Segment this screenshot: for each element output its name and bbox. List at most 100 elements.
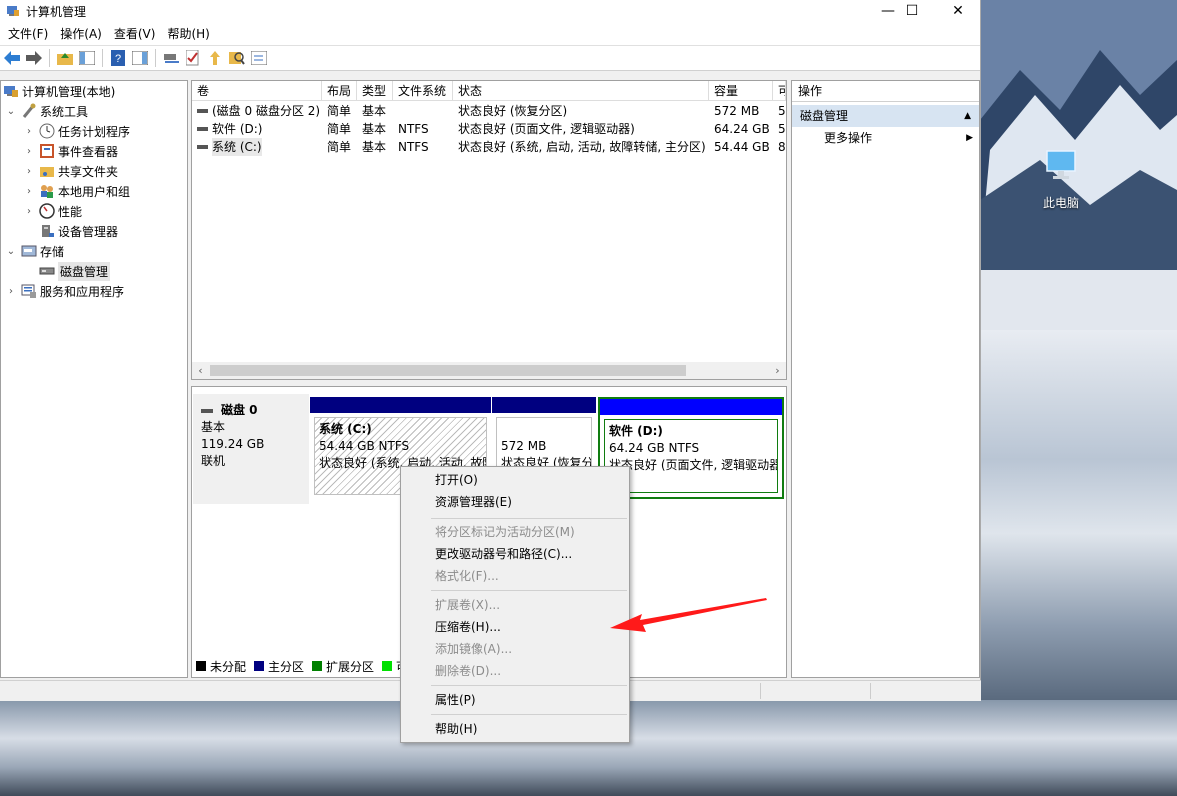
services-icon [21,283,37,299]
scrollbar-thumb[interactable] [210,365,686,376]
folder-up-icon [57,53,73,65]
menu-item-help[interactable]: 帮助(H) [435,719,477,739]
properties-button[interactable] [249,48,269,68]
cell-volume-name: (磁盘 0 磁盘分区 2) [212,104,321,118]
menu-item-open[interactable]: 打开(O) [435,470,478,490]
menu-item-add-mirror[interactable]: 添加镜像(A)... [435,639,512,659]
help-button[interactable]: ? [108,48,128,68]
table-row[interactable]: (磁盘 0 磁盘分区 2) 简单 基本 状态良好 (恢复分区) 572 MB 5 [192,102,786,120]
chevron-right-icon[interactable]: › [5,286,17,297]
menu-action[interactable]: 操作(A) [54,22,108,46]
monitor-icon [1046,150,1076,179]
scroll-right-button[interactable]: › [769,362,786,379]
menu-item-delete-volume[interactable]: 删除卷(D)... [435,661,501,681]
table-row[interactable]: 软件 (D:) 简单 基本 NTFS 状态良好 (页面文件, 逻辑驱动器) 64… [192,120,786,138]
up-folder-button[interactable] [55,48,75,68]
chevron-right-icon[interactable]: › [23,166,35,177]
tree-item-computer-management[interactable]: 计算机管理(本地) [3,81,115,101]
show-hide-console-tree-button[interactable] [77,48,97,68]
menu-view[interactable]: 查看(V) [108,22,162,46]
this-pc-desktop-icon[interactable]: 此电脑 [1036,145,1086,211]
forward-button[interactable] [24,48,44,68]
tree-item-task-scheduler[interactable]: › 任务计划程序 [23,121,130,141]
properties-icon [251,51,267,65]
horizontal-scrollbar[interactable]: ‹ › [192,362,786,379]
column-header-free-space[interactable]: 可 [773,81,786,101]
tree-item-system-tools[interactable]: ⌄ 系统工具 [5,101,88,121]
more-actions-item[interactable]: 更多操作 ▶ [792,127,979,149]
disk-status: 联机 [201,454,226,468]
shared-folder-icon [39,163,55,179]
tree-item-disk-management[interactable]: 磁盘管理 [39,261,111,281]
actions-header: 操作 [792,81,979,102]
menu-help[interactable]: 帮助(H) [161,22,215,46]
menu-item-shrink-volume[interactable]: 压缩卷(H)... [435,617,501,637]
menu-item-extend-volume[interactable]: 扩展卷(X)... [435,595,500,615]
menu-item-format[interactable]: 格式化(F)... [435,566,499,586]
tree-item-performance[interactable]: › 性能 [23,201,82,221]
tree-item-storage[interactable]: ⌄ 存储 [5,241,64,261]
legend: 未分配 主分区 扩展分区 可 [196,657,416,675]
cell-layout: 简单 [327,104,352,118]
menu-item-explorer[interactable]: 资源管理器(E) [435,492,512,512]
partition-title [501,421,587,438]
computer-management-icon [7,6,19,16]
tree-item-shared-folders[interactable]: › 共享文件夹 [23,161,118,181]
menu-item-mark-active[interactable]: 将分区标记为活动分区(M) [435,522,575,542]
show-hide-action-pane-button[interactable] [130,48,150,68]
chevron-right-icon[interactable]: › [23,126,35,137]
legend-item: 扩展分区 [312,658,374,675]
column-header-capacity[interactable]: 容量 [709,81,773,101]
column-header-status[interactable]: 状态 [453,81,709,101]
disk-size: 119.24 GB [201,437,265,451]
menu-item-change-drive-letter[interactable]: 更改驱动器号和路径(C)... [435,544,572,564]
check-button[interactable] [183,48,203,68]
tools-icon [21,103,37,119]
connect-icon [164,54,179,63]
cell-free-space: 5 [778,104,786,118]
column-header-filesystem[interactable]: 文件系统 [393,81,453,101]
tree-item-event-viewer[interactable]: › 事件查看器 [23,141,118,161]
cell-type: 基本 [362,104,387,118]
tree-item-local-users-groups[interactable]: › 本地用户和组 [23,181,130,201]
arrow-right-icon [26,51,42,65]
volume-icon [197,127,208,131]
collapse-arrow-icon[interactable]: ▲ [964,105,971,127]
disk-icon [201,408,213,413]
svg-text:?: ? [115,53,121,65]
menu-item-properties[interactable]: 属性(P) [435,690,476,710]
menu-separator [431,714,627,715]
computer-management-icon [3,83,19,99]
actions-section-disk-management[interactable]: 磁盘管理 ▲ [792,105,979,127]
partition-bar [492,397,596,413]
cell-filesystem [393,102,453,120]
refresh-button[interactable] [205,48,225,68]
title-bar[interactable]: 计算机管理 — ☐ ✕ [0,0,980,22]
menu-separator [431,590,627,591]
cell-capacity: 54.44 GB [714,140,770,154]
connect-button[interactable] [161,48,181,68]
chevron-down-icon[interactable]: ⌄ [5,106,17,117]
chevron-right-icon[interactable]: › [23,186,35,197]
disk-0-label[interactable]: 磁盘 0 基本 119.24 GB 联机 [193,394,309,504]
column-header-type[interactable]: 类型 [357,81,393,101]
chevron-right-icon[interactable]: › [23,206,35,217]
scroll-left-button[interactable]: ‹ [192,362,209,379]
table-row[interactable]: 系统 (C:) 简单 基本 NTFS 状态良好 (系统, 启动, 活动, 故障转… [192,138,786,156]
legend-item: 未分配 [196,658,246,675]
close-button[interactable]: ✕ [935,0,981,22]
search-button[interactable] [227,48,247,68]
column-header-volume[interactable]: 卷 [192,81,322,101]
red-arrow-annotation-icon [610,598,767,632]
column-header-layout[interactable]: 布局 [322,81,357,101]
tree-item-device-manager[interactable]: 设备管理器 [39,221,118,241]
more-actions-label: 更多操作 [824,131,873,145]
maximize-button[interactable]: ☐ [889,0,935,22]
back-button[interactable] [2,48,22,68]
tree-item-services-applications[interactable]: › 服务和应用程序 [5,281,124,301]
chevron-down-icon[interactable]: ⌄ [5,246,17,257]
menu-file[interactable]: 文件(F) [2,22,54,46]
actions-pane: 操作 磁盘管理 ▲ 更多操作 ▶ [791,80,980,678]
cell-status: 状态良好 (恢复分区) [458,104,568,118]
chevron-right-icon[interactable]: › [23,146,35,157]
